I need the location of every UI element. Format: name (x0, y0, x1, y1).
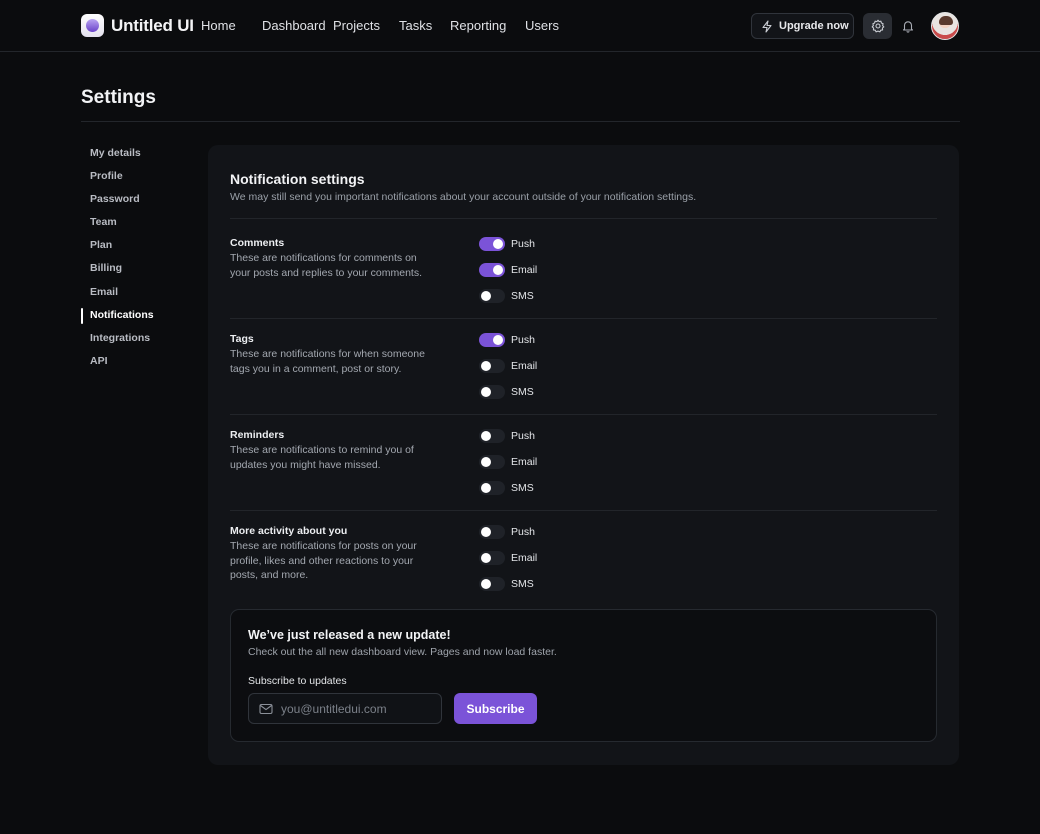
option-email[interactable]: Email (479, 262, 537, 278)
gear-icon (871, 19, 884, 33)
nav-link-projects[interactable]: Projects (333, 18, 380, 33)
upgrade-button-label: Upgrade now (779, 20, 849, 32)
email-input[interactable] (281, 701, 431, 716)
sms-toggle[interactable] (479, 289, 505, 303)
option-push[interactable]: Push (479, 428, 535, 444)
group-description: These are notifications for when someone… (230, 348, 425, 375)
option-email[interactable]: Email (479, 358, 537, 374)
subscribe-label: Subscribe to updates (248, 675, 347, 687)
settings-button[interactable] (863, 13, 892, 39)
section-divider (230, 318, 937, 319)
user-avatar[interactable] (931, 12, 959, 40)
group-description: These are notifications for posts on you… (230, 540, 417, 581)
sidenav-item-email[interactable]: Email (81, 281, 191, 304)
email-field[interactable] (248, 693, 442, 724)
option-email[interactable]: Email (479, 550, 537, 566)
nav-link-tasks[interactable]: Tasks (399, 18, 432, 33)
group-title: More activity about you (230, 525, 348, 537)
option-label: Email (511, 360, 538, 372)
option-email[interactable]: Email (479, 454, 537, 470)
option-label: Email (511, 552, 538, 564)
option-label: Push (511, 430, 535, 442)
sms-toggle[interactable] (479, 577, 505, 591)
sms-toggle[interactable] (479, 385, 505, 399)
push-toggle[interactable] (479, 237, 505, 251)
nav-link-reporting[interactable]: Reporting (450, 18, 506, 33)
group-title: Comments (230, 237, 285, 249)
sidenav-item-api[interactable]: API (81, 350, 191, 373)
upgrade-button[interactable]: Upgrade now (751, 13, 854, 39)
notification-settings-card: Notification settings We may still send … (208, 145, 959, 765)
notification-group-more-activity: More activity about you These are notifi… (230, 525, 937, 621)
email-toggle[interactable] (479, 359, 505, 373)
group-title: Reminders (230, 429, 285, 441)
sidenav-item-billing[interactable]: Billing (81, 257, 191, 280)
option-push[interactable]: Push (479, 236, 535, 252)
sidenav-item-plan[interactable]: Plan (81, 234, 191, 257)
mail-icon (259, 703, 273, 714)
sidenav-item-profile[interactable]: Profile (81, 165, 191, 188)
sidenav-item-integrations[interactable]: Integrations (81, 327, 191, 350)
group-description: These are notifications to remind you of… (230, 444, 414, 471)
header-divider (81, 121, 960, 122)
option-label: Push (511, 526, 535, 538)
settings-sidenav: My details Profile Password Team Plan Bi… (81, 142, 191, 373)
logo-mark-icon (81, 14, 104, 37)
update-subtitle: Check out the all new dashboard view. Pa… (248, 646, 557, 658)
logo-text: Untitled UI (111, 15, 194, 35)
sidenav-item-notifications[interactable]: Notifications (81, 304, 191, 327)
option-label: SMS (511, 386, 534, 398)
option-label: Email (511, 456, 538, 468)
option-label: SMS (511, 290, 534, 302)
option-label: SMS (511, 482, 534, 494)
notification-settings-subtitle: We may still send you important notifica… (230, 191, 697, 203)
nav-link-users[interactable]: Users (525, 18, 559, 33)
section-divider (230, 510, 937, 511)
nav-link-home[interactable]: Home (201, 18, 236, 33)
nav-link-dashboard[interactable]: Dashboard (262, 18, 326, 33)
sidenav-item-password[interactable]: Password (81, 188, 191, 211)
subscribe-button[interactable]: Subscribe (454, 693, 537, 724)
email-toggle[interactable] (479, 551, 505, 565)
option-label: Push (511, 238, 535, 250)
push-toggle[interactable] (479, 429, 505, 443)
option-sms[interactable]: SMS (479, 384, 534, 400)
sidenav-item-my-details[interactable]: My details (81, 142, 191, 165)
notification-settings-title: Notification settings (230, 171, 365, 187)
page-title: Settings (81, 87, 156, 108)
option-sms[interactable]: SMS (479, 480, 534, 496)
push-toggle[interactable] (479, 525, 505, 539)
option-push[interactable]: Push (479, 332, 535, 348)
section-divider (230, 218, 937, 219)
push-toggle[interactable] (479, 333, 505, 347)
update-title: We’ve just released a new update! (248, 628, 451, 642)
email-toggle[interactable] (479, 263, 505, 277)
group-title: Tags (230, 333, 254, 345)
group-description: These are notifications for comments on … (230, 252, 423, 279)
option-push[interactable]: Push (479, 524, 535, 540)
section-divider (230, 414, 937, 415)
sms-toggle[interactable] (479, 481, 505, 495)
logo[interactable]: Untitled UI (81, 14, 194, 37)
email-toggle[interactable] (479, 455, 505, 469)
sidenav-item-team[interactable]: Team (81, 211, 191, 234)
notifications-button[interactable] (893, 13, 922, 39)
lightning-icon (762, 19, 772, 33)
option-label: SMS (511, 578, 534, 590)
update-banner: We’ve just released a new update! Check … (230, 609, 937, 742)
option-sms[interactable]: SMS (479, 288, 534, 304)
option-sms[interactable]: SMS (479, 576, 534, 592)
bell-icon (902, 21, 913, 33)
option-label: Push (511, 334, 535, 346)
option-label: Email (511, 264, 538, 276)
top-navigation: Untitled UI Home Dashboard Projects Task… (0, 0, 1040, 52)
